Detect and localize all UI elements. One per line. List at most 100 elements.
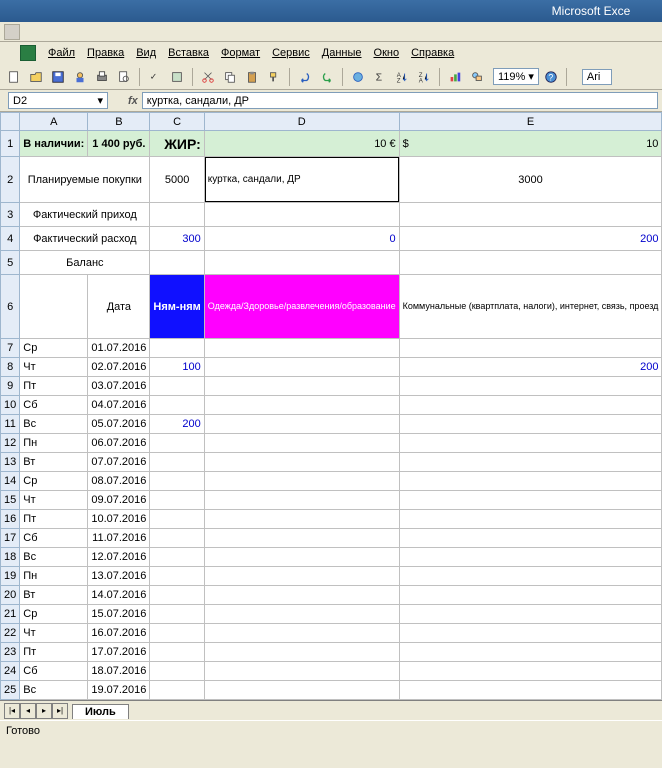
cell[interactable]: 100	[150, 358, 204, 377]
cell[interactable]: Ср	[20, 472, 88, 491]
cell[interactable]	[399, 453, 662, 472]
cell[interactable]: 0	[204, 227, 399, 251]
row-header[interactable]: 21	[1, 605, 20, 624]
row-header[interactable]: 25	[1, 681, 20, 700]
print-icon[interactable]	[92, 67, 112, 87]
cell[interactable]	[204, 358, 399, 377]
cell[interactable]	[150, 491, 204, 510]
permissions-icon[interactable]	[70, 67, 90, 87]
cell[interactable]: 02.07.2016	[88, 358, 150, 377]
cell[interactable]	[204, 434, 399, 453]
drawing-icon[interactable]	[467, 67, 487, 87]
cell[interactable]	[150, 681, 204, 700]
cell[interactable]	[399, 251, 662, 275]
cell[interactable]: Вс	[20, 681, 88, 700]
cell[interactable]: 300	[150, 227, 204, 251]
cell[interactable]	[204, 529, 399, 548]
cell[interactable]: Баланс	[20, 251, 150, 275]
cell[interactable]: Сб	[20, 662, 88, 681]
cell[interactable]	[399, 681, 662, 700]
cell[interactable]	[204, 203, 399, 227]
cell[interactable]: Пн	[20, 434, 88, 453]
name-box[interactable]: D2 ▾	[8, 92, 108, 109]
cell[interactable]: 3000	[399, 157, 662, 203]
cell[interactable]: Вс	[20, 548, 88, 567]
cell[interactable]: 200	[150, 415, 204, 434]
cell[interactable]: 13.07.2016	[88, 567, 150, 586]
cell[interactable]	[204, 491, 399, 510]
row-header[interactable]: 16	[1, 510, 20, 529]
cell[interactable]	[150, 203, 204, 227]
menu-insert[interactable]: Вставка	[162, 45, 215, 61]
sort-asc-icon[interactable]: AZ	[392, 67, 412, 87]
row-header[interactable]: 6	[1, 275, 20, 339]
cell[interactable]: Пт	[20, 643, 88, 662]
worksheet-grid[interactable]: A B C D E F 1 В наличии: 1 400 руб. ЖИР:…	[0, 112, 662, 700]
cell[interactable]	[204, 567, 399, 586]
cell[interactable]: Фактический приход	[20, 203, 150, 227]
cell[interactable]	[204, 662, 399, 681]
cell[interactable]: 17.07.2016	[88, 643, 150, 662]
sort-desc-icon[interactable]: ZA	[414, 67, 434, 87]
cell[interactable]	[399, 434, 662, 453]
cell[interactable]	[204, 548, 399, 567]
paste-icon[interactable]	[242, 67, 262, 87]
row-header[interactable]: 23	[1, 643, 20, 662]
cell[interactable]: 5000	[150, 157, 204, 203]
cell[interactable]	[399, 491, 662, 510]
row-header[interactable]: 8	[1, 358, 20, 377]
cell[interactable]	[399, 567, 662, 586]
menu-help[interactable]: Справка	[405, 45, 460, 61]
cell[interactable]: Пн	[20, 567, 88, 586]
cell[interactable]	[150, 662, 204, 681]
row-header[interactable]: 7	[1, 339, 20, 358]
undo-icon[interactable]	[295, 67, 315, 87]
cell[interactable]: 11.07.2016	[88, 529, 150, 548]
cell[interactable]: 09.07.2016	[88, 491, 150, 510]
row-header[interactable]: 10	[1, 396, 20, 415]
row-header[interactable]: 17	[1, 529, 20, 548]
cell[interactable]	[150, 586, 204, 605]
cell[interactable]	[399, 339, 662, 358]
cell[interactable]	[204, 472, 399, 491]
cell[interactable]	[204, 453, 399, 472]
cell[interactable]	[399, 662, 662, 681]
cell[interactable]: Сб	[20, 396, 88, 415]
row-header[interactable]: 5	[1, 251, 20, 275]
open-icon[interactable]	[26, 67, 46, 87]
cell[interactable]: 07.07.2016	[88, 453, 150, 472]
menu-tools[interactable]: Сервис	[266, 45, 316, 61]
cell[interactable]	[399, 624, 662, 643]
cell[interactable]	[204, 681, 399, 700]
cell[interactable]: $10	[399, 131, 662, 157]
menu-view[interactable]: Вид	[130, 45, 162, 61]
cell[interactable]	[204, 377, 399, 396]
cell[interactable]	[150, 472, 204, 491]
row-header[interactable]: 12	[1, 434, 20, 453]
row-header[interactable]: 19	[1, 567, 20, 586]
cell[interactable]: Чт	[20, 624, 88, 643]
cell[interactable]: Ср	[20, 339, 88, 358]
row-header[interactable]: 1	[1, 131, 20, 157]
cell[interactable]	[204, 624, 399, 643]
cell[interactable]	[150, 510, 204, 529]
cell[interactable]: 08.07.2016	[88, 472, 150, 491]
col-header-C[interactable]: C	[150, 113, 204, 131]
cell[interactable]	[204, 339, 399, 358]
save-icon[interactable]	[48, 67, 68, 87]
cell[interactable]: 14.07.2016	[88, 586, 150, 605]
cell[interactable]: В наличии:	[20, 131, 88, 157]
cell[interactable]	[150, 643, 204, 662]
cell[interactable]: Коммунальные (квартплата, налоги), интер…	[399, 275, 662, 339]
cell[interactable]	[150, 339, 204, 358]
row-header[interactable]: 14	[1, 472, 20, 491]
cell[interactable]	[150, 396, 204, 415]
cell[interactable]	[150, 624, 204, 643]
cell[interactable]	[399, 510, 662, 529]
cell[interactable]	[150, 434, 204, 453]
chart-wizard-icon[interactable]	[445, 67, 465, 87]
cell[interactable]	[399, 203, 662, 227]
cell[interactable]: Вс	[20, 415, 88, 434]
col-header-D[interactable]: D	[204, 113, 399, 131]
cell[interactable]	[204, 586, 399, 605]
